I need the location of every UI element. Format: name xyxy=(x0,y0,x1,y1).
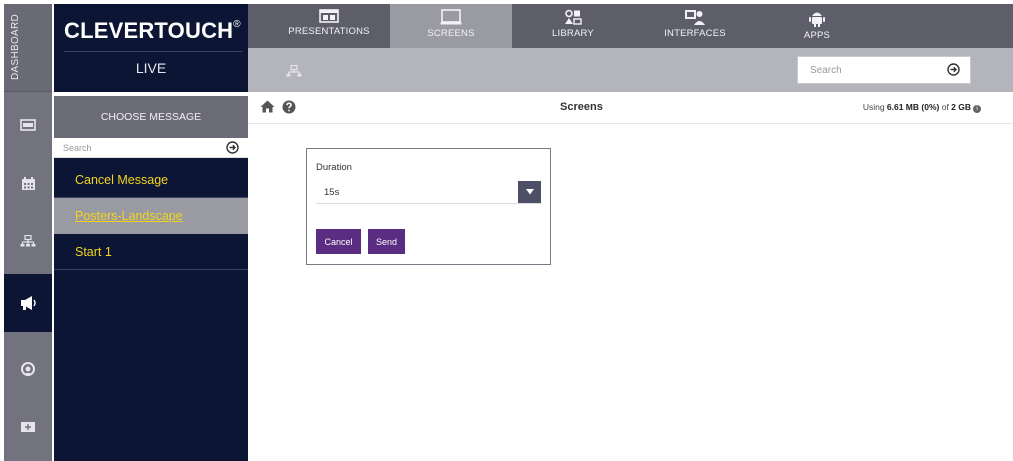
message-panel: CHOOSE MESSAGE Cancel Message Posters-La… xyxy=(54,96,248,461)
duration-dropdown-button[interactable] xyxy=(518,181,541,203)
dashboard-toggle[interactable]: DASHBOARD xyxy=(4,4,52,92)
usage-prefix: Using xyxy=(862,102,887,112)
panel-search-go-button[interactable] xyxy=(226,141,239,159)
sub-toolbar xyxy=(248,48,1013,92)
duration-label: Duration xyxy=(316,162,352,173)
network-icon xyxy=(286,64,302,77)
dashboard-rail: DASHBOARD xyxy=(4,4,52,461)
dashboard-label: DASHBOARD xyxy=(10,13,21,80)
duration-select[interactable]: 15s xyxy=(316,180,542,204)
panel-search-input[interactable] xyxy=(54,138,214,157)
top-search-go-button[interactable] xyxy=(947,63,960,81)
panel-title: CHOOSE MESSAGE xyxy=(54,96,248,138)
presentation-icon xyxy=(319,9,339,23)
rail-item-screens[interactable] xyxy=(4,96,52,154)
panel-search-box xyxy=(54,138,248,158)
tab-interfaces[interactable]: INTERFACES xyxy=(634,4,756,48)
send-button[interactable]: Send xyxy=(368,229,405,254)
group-action-button[interactable] xyxy=(286,64,302,82)
megaphone-icon xyxy=(21,296,36,310)
rail-item-messages[interactable] xyxy=(4,274,52,332)
help-icon xyxy=(282,100,296,114)
content-header: Screens Using 6.61 MB (0%) of 2 GB i xyxy=(248,92,1013,124)
support-icon xyxy=(21,362,35,376)
message-item-posters-landscape[interactable]: Posters-Landscape xyxy=(54,198,248,234)
brand-name: CLEVERTOUCH® xyxy=(64,18,241,44)
brand-subtitle: LIVE xyxy=(135,60,167,76)
message-item-cancel-message[interactable]: Cancel Message xyxy=(54,162,248,198)
network-icon xyxy=(20,235,36,247)
monitor-icon xyxy=(440,9,462,25)
home-icon xyxy=(260,100,275,113)
storage-usage: Using 6.61 MB (0%) of 2 GB i xyxy=(863,102,981,113)
rail-item-schedule[interactable] xyxy=(4,154,52,212)
tab-apps[interactable]: APPS xyxy=(756,4,878,48)
usage-amount: 6.61 MB (0%) xyxy=(886,102,940,112)
android-icon xyxy=(809,12,825,27)
interfaces-icon xyxy=(685,10,705,25)
arrow-right-circle-icon xyxy=(947,63,960,76)
top-search-input[interactable] xyxy=(798,57,938,83)
message-item-start-1[interactable]: Start 1 xyxy=(54,234,248,270)
brand-divider xyxy=(64,51,242,52)
cancel-button[interactable]: Cancel xyxy=(316,229,361,254)
main-tab-bar: PRESENTATIONS SCREENS LIBRARY INTERFACES… xyxy=(248,4,1013,48)
registered-mark: ® xyxy=(233,19,241,30)
app-window: DASHBOARD CLEVERTOUCH® LIVE PRESENTATION… xyxy=(0,0,1013,461)
arrow-right-circle-icon xyxy=(226,141,239,154)
tab-library-label: LIBRARY xyxy=(552,28,594,39)
usage-mid: of xyxy=(939,102,952,112)
duration-value: 15s xyxy=(324,187,340,198)
add-screen-icon xyxy=(21,422,35,432)
info-icon[interactable]: i xyxy=(973,105,981,113)
tab-screens[interactable]: SCREENS xyxy=(390,4,512,48)
top-search-box xyxy=(797,56,971,84)
rail-item-network[interactable] xyxy=(4,212,52,270)
tab-presentations-label: PRESENTATIONS xyxy=(288,26,370,37)
tab-interfaces-label: INTERFACES xyxy=(664,28,726,39)
brand-name-text: CLEVERTOUCH xyxy=(64,18,234,43)
brand-logo: CLEVERTOUCH® LIVE xyxy=(54,4,248,92)
tab-presentations[interactable]: PRESENTATIONS xyxy=(268,4,390,48)
tab-library[interactable]: LIBRARY xyxy=(512,4,634,48)
page-title: Screens xyxy=(560,101,603,113)
send-message-dialog: Duration 15s Cancel Send xyxy=(306,148,551,265)
screen-icon xyxy=(20,119,36,131)
rail-item-add-screen[interactable] xyxy=(4,398,52,456)
caret-down-icon xyxy=(525,189,534,195)
usage-total: 2 GB xyxy=(951,102,971,112)
help-button[interactable] xyxy=(282,100,296,119)
home-button[interactable] xyxy=(260,100,275,118)
tab-apps-label: APPS xyxy=(803,30,831,41)
library-icon xyxy=(565,9,582,25)
calendar-icon xyxy=(21,176,35,190)
tab-screens-label: SCREENS xyxy=(427,28,475,39)
rail-item-support[interactable] xyxy=(4,340,52,398)
